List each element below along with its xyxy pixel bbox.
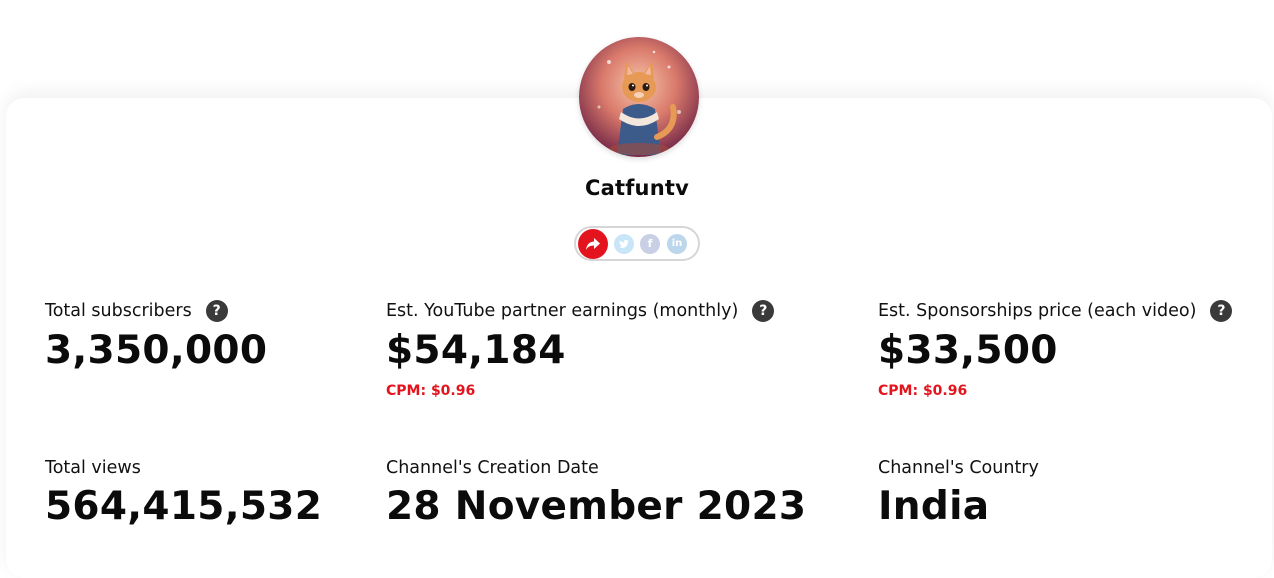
stat-earnings: Est. YouTube partner earnings (monthly) … bbox=[386, 300, 775, 399]
stat-value: India bbox=[878, 484, 990, 529]
stat-label: Est. Sponsorships price (each video) bbox=[878, 301, 1197, 321]
linkedin-share-button[interactable]: in bbox=[667, 233, 687, 254]
stat-label: Channel's Creation Date bbox=[386, 458, 599, 478]
twitter-icon bbox=[619, 239, 629, 248]
cpm-text: CPM: $0.96 bbox=[386, 383, 476, 399]
stat-value: $54,184 bbox=[386, 328, 566, 373]
help-icon[interactable]: ? bbox=[1210, 300, 1233, 322]
cpm-text: CPM: $0.96 bbox=[878, 383, 968, 399]
stat-sponsorship: Est. Sponsorships price (each video) ? $… bbox=[878, 300, 1233, 399]
facebook-share-button[interactable]: f bbox=[640, 233, 660, 254]
channel-avatar bbox=[579, 37, 699, 157]
share-bar: f in bbox=[574, 226, 700, 261]
stat-views: Total views 564,415,532 bbox=[45, 458, 322, 529]
twitter-share-button[interactable] bbox=[614, 233, 634, 254]
cat-avatar-image bbox=[597, 50, 681, 155]
share-arrow-icon bbox=[586, 237, 600, 250]
help-icon[interactable]: ? bbox=[752, 300, 775, 322]
help-icon[interactable]: ? bbox=[205, 300, 228, 322]
stat-label: Est. YouTube partner earnings (monthly) bbox=[386, 301, 739, 321]
stat-creation-date: Channel's Creation Date 28 November 2023 bbox=[386, 458, 806, 529]
stat-value: $33,500 bbox=[878, 328, 1058, 373]
stat-value: 3,350,000 bbox=[45, 328, 268, 373]
linkedin-icon: in bbox=[671, 238, 683, 249]
stat-value: 28 November 2023 bbox=[386, 484, 807, 529]
share-button[interactable] bbox=[578, 228, 608, 259]
stat-label: Total views bbox=[45, 458, 141, 478]
stat-label: Channel's Country bbox=[878, 458, 1039, 478]
stat-label: Total subscribers bbox=[45, 301, 192, 321]
stat-country: Channel's Country India bbox=[878, 458, 1039, 529]
channel-name: Catfuntv bbox=[585, 176, 689, 200]
facebook-icon: f bbox=[647, 237, 653, 250]
stat-subscribers: Total subscribers ? 3,350,000 bbox=[45, 300, 267, 373]
stat-value: 564,415,532 bbox=[45, 484, 323, 529]
